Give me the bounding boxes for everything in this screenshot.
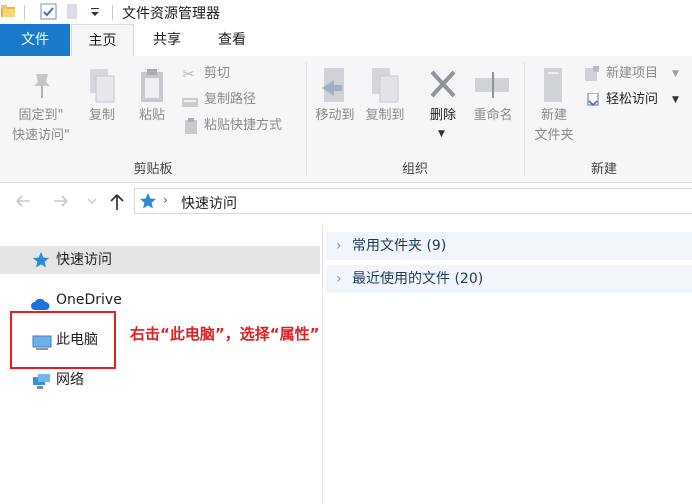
cut-label: 剪切 (204, 66, 231, 81)
properties-icon[interactable] (40, 3, 57, 20)
recent-locations-chevron-icon[interactable] (86, 195, 98, 205)
nav-item-onedrive[interactable]: OneDrive (0, 286, 320, 314)
chevron-down-icon: ▼ (438, 129, 445, 139)
paste-button[interactable]: 粘贴 (130, 66, 174, 136)
chevron-down-icon: ▼ (672, 69, 679, 79)
copy-to-button[interactable]: 复制到 (360, 66, 410, 136)
chevron-right-icon: › (336, 271, 342, 287)
group-header-label: 常用文件夹 (9) (352, 238, 447, 254)
forward-arrow-icon[interactable] (52, 192, 70, 210)
paste-label: 粘贴 (138, 108, 165, 123)
copy-path-button[interactable]: 复制路径 (180, 89, 290, 111)
scissors-icon: ✂ (182, 65, 195, 83)
ribbon: 固定到" 快速访问" 复制 粘贴 ✂ 剪切 复制路径 粘贴快捷方式 剪贴板 移动… (0, 56, 692, 183)
tab-view[interactable]: 查看 (200, 24, 264, 56)
up-arrow-icon[interactable] (108, 192, 126, 212)
chevron-down-icon: ▼ (672, 95, 679, 105)
copy-path-icon (182, 94, 198, 107)
copy-button[interactable]: 复制 (80, 66, 124, 136)
folder-icon (0, 3, 16, 19)
new-item-button[interactable]: 新建项目 ▼ (582, 63, 690, 85)
new-folder-quick-icon[interactable] (66, 3, 78, 20)
pin-label-line1: 固定到" (18, 108, 64, 123)
star-icon (32, 251, 50, 269)
move-to-icon (320, 68, 350, 104)
breadcrumb-chevron-icon[interactable]: › (163, 193, 168, 207)
cloud-icon (30, 293, 50, 310)
new-item-label: 新建项目 (606, 66, 659, 81)
delete-button[interactable]: 删除 ▼ (420, 66, 466, 139)
new-folder-label-line2: 文件夹 (534, 128, 574, 143)
easy-access-button[interactable]: 轻松访问 ▼ (582, 89, 690, 111)
nav-item-quick-access[interactable]: 快速访问 (0, 246, 320, 274)
new-folder-label-line1: 新建 (540, 108, 567, 123)
nav-item-label: 网络 (56, 372, 84, 388)
new-item-icon (584, 66, 600, 82)
tab-home[interactable]: 主页 (71, 24, 134, 57)
new-folder-button[interactable]: 新建 文件夹 (528, 66, 580, 156)
rename-button[interactable]: 重命名 (468, 66, 518, 136)
back-arrow-icon[interactable] (14, 192, 32, 210)
copy-icon (88, 68, 116, 104)
easy-access-label: 轻松访问 (606, 92, 659, 107)
copy-label: 复制 (88, 108, 115, 123)
group-header-frequent-folders[interactable]: › 常用文件夹 (9) (326, 232, 692, 260)
nav-item-network[interactable]: 网络 (0, 366, 320, 394)
nav-item-label: OneDrive (56, 292, 122, 308)
delete-icon (428, 68, 458, 100)
annotation-text: 右击“此电脑”，选择“属性” (130, 325, 320, 343)
title-bar: 文件资源管理器 (0, 0, 692, 24)
annotation-highlight-box (10, 311, 116, 369)
breadcrumb[interactable]: 快速访问 (181, 193, 237, 213)
pin-to-quick-access-button[interactable]: 固定到" 快速访问" (4, 66, 78, 154)
rename-icon (474, 72, 510, 98)
tab-file[interactable]: 文件 (0, 24, 70, 56)
paste-shortcut-button[interactable]: 粘贴快捷方式 (180, 115, 310, 137)
pin-icon (30, 70, 54, 100)
network-icon (31, 372, 51, 389)
group-label-new: 新建 (590, 162, 617, 177)
paste-shortcut-label: 粘贴快捷方式 (204, 118, 283, 133)
copy-to-icon (370, 68, 400, 104)
copy-path-label: 复制路径 (204, 92, 257, 107)
cut-button[interactable]: ✂ 剪切 (180, 63, 290, 85)
new-folder-icon (540, 68, 568, 104)
customize-quick-access-icon[interactable] (88, 5, 102, 19)
move-to-label: 移动到 (315, 108, 355, 123)
ribbon-tabs: 文件 主页 共享 查看 (0, 24, 692, 57)
pin-label-line2: 快速访问" (12, 128, 70, 143)
nav-item-label: 快速访问 (56, 252, 112, 268)
paste-icon (138, 68, 166, 104)
move-to-button[interactable]: 移动到 (310, 66, 360, 136)
rename-label: 重命名 (473, 108, 513, 123)
group-label-organize: 组织 (401, 162, 428, 177)
paste-shortcut-icon (184, 118, 198, 134)
easy-access-icon (586, 92, 600, 108)
group-header-recent-files[interactable]: › 最近使用的文件 (20) (326, 265, 692, 293)
window-title: 文件资源管理器 (122, 6, 220, 22)
address-bar[interactable]: › 快速访问 (134, 188, 692, 214)
star-icon (139, 192, 157, 210)
copy-to-label: 复制到 (365, 108, 405, 123)
group-label-clipboard: 剪贴板 (133, 162, 173, 177)
chevron-right-icon: › (336, 238, 342, 254)
delete-label: 删除 (429, 108, 456, 123)
tab-share[interactable]: 共享 (136, 24, 198, 56)
group-header-label: 最近使用的文件 (20) (352, 271, 484, 287)
pane-divider[interactable] (322, 223, 323, 504)
